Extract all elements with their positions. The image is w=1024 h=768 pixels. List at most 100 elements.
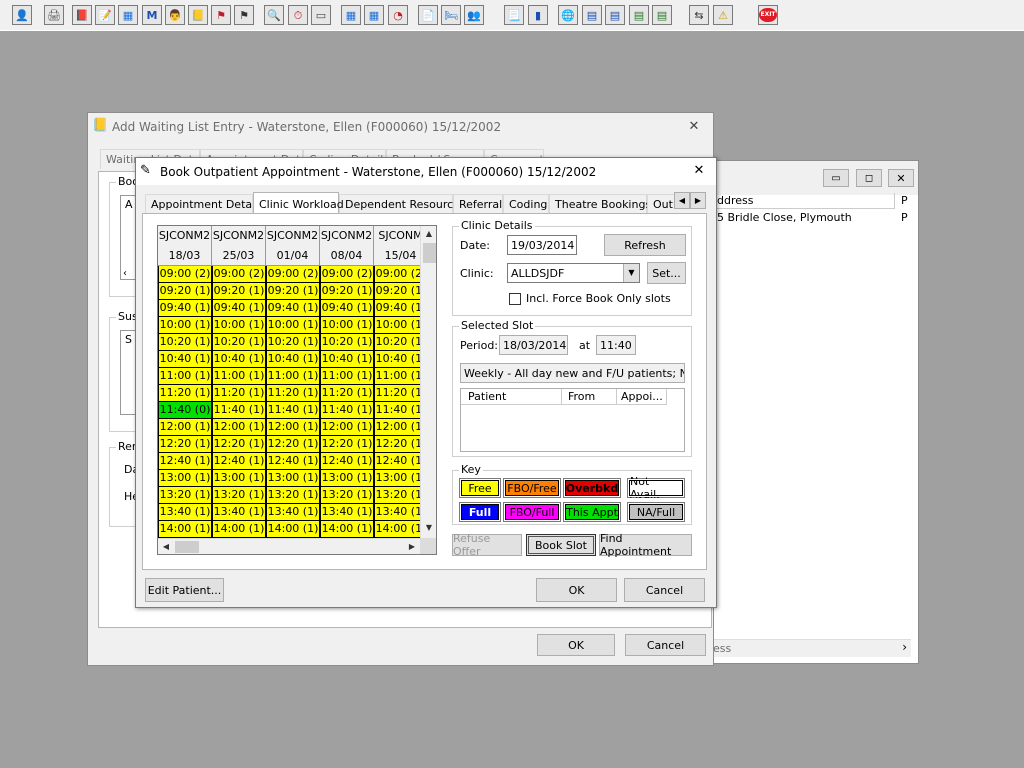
slot-cell[interactable]: 12:20 (1) — [320, 436, 374, 453]
date-input[interactable]: 19/03/2014 — [507, 235, 577, 255]
dialog-ok-button[interactable]: OK — [536, 578, 617, 602]
slot-cell[interactable]: 13:00 (1) — [320, 470, 374, 487]
slot-cell[interactable]: 10:00 (1) — [320, 317, 374, 334]
slot-cell[interactable]: 14:00 (1) — [212, 521, 266, 538]
doctor-toolbar-button[interactable]: 👨 — [165, 5, 185, 25]
form-toolbar-button[interactable]: ▤ — [582, 5, 602, 25]
book-slot-button[interactable]: Book Slot — [526, 534, 596, 556]
clinic-slot-grid[interactable]: SJCONM2 18/03 09:00 (2) 09:20 (1) 09:40 (1) 1… — [157, 225, 437, 555]
slot-cell[interactable]: 09:00 (2) — [158, 266, 212, 283]
grid-column-header[interactable]: SJCONM2 25/03 — [212, 226, 266, 266]
force-book-checkbox[interactable] — [509, 293, 521, 305]
exit-toolbar-button[interactable]: EXIT — [758, 5, 778, 25]
slot-cell[interactable]: 13:40 (1) — [158, 504, 212, 521]
refuse-offer-button[interactable]: Refuse Offer — [452, 532, 522, 558]
calendar-toolbar-button[interactable]: ▦ — [341, 5, 361, 25]
tab-coding[interactable]: Coding — [503, 194, 549, 214]
scroll-up-icon[interactable]: ▲ — [421, 226, 436, 242]
slot-cell[interactable]: 11:20 (1) — [320, 385, 374, 402]
slot-cell[interactable]: 13:20 (1) — [158, 487, 212, 504]
book-edit-toolbar-button[interactable]: 📝 — [95, 5, 115, 25]
slot-cell[interactable]: 09:40 (1) — [320, 300, 374, 317]
slot-cell[interactable]: 09:20 (1) — [158, 283, 212, 300]
letter-m-toolbar-button[interactable]: M — [142, 5, 162, 25]
slot-cell[interactable]: 09:00 (2) — [266, 266, 320, 283]
slot-cell[interactable]: 11:40 (1) — [212, 402, 266, 419]
slot-cell[interactable]: 12:20 (1) — [158, 436, 212, 453]
slot-cell[interactable]: 11:40 (1) — [266, 402, 320, 419]
users-toolbar-button[interactable]: 👥 — [464, 5, 484, 25]
flag-card-toolbar-button[interactable]: ⚑ — [211, 5, 231, 25]
book-red-toolbar-button[interactable]: 📕 — [72, 5, 92, 25]
tab-scroll-right-button[interactable]: ▶ — [690, 192, 706, 209]
grid-column-header[interactable]: SJCONM2 18/03 — [158, 226, 212, 266]
slot-cell[interactable]: 10:20 (1) — [320, 334, 374, 351]
set-clinic-button[interactable]: Set... — [647, 262, 686, 284]
slot-cell[interactable]: 09:20 (1) — [320, 283, 374, 300]
grid-vscrollbar[interactable]: ▲ ▼ — [420, 226, 436, 538]
tab-clinic-workload[interactable]: Clinic Workload — [253, 192, 344, 214]
slot-cell[interactable]: 10:20 (1) — [212, 334, 266, 351]
refresh-button[interactable]: Refresh — [604, 234, 686, 256]
waiting-list-cancel-button[interactable]: Cancel — [625, 634, 706, 656]
slot-cell[interactable]: 12:20 (1) — [212, 436, 266, 453]
form-check-toolbar-button[interactable]: ▤ — [605, 5, 625, 25]
grid-column-header[interactable]: SJCONM2 01/04 — [266, 226, 320, 266]
slot-cell[interactable]: 12:00 (1) — [158, 419, 212, 436]
slot-cell[interactable]: 11:00 (1) — [320, 368, 374, 385]
tab-appointment-details[interactable]: Appointment Details — [145, 194, 264, 214]
slot-cell[interactable]: 13:40 (1) — [212, 504, 266, 521]
scroll-down-icon[interactable]: ▼ — [421, 520, 436, 536]
slot-cell[interactable]: 09:40 (1) — [158, 300, 212, 317]
col-appoi-header[interactable]: Appoi... — [617, 389, 667, 405]
slot-cell[interactable]: 09:00 (2) — [320, 266, 374, 283]
slot-cell[interactable]: 10:20 (1) — [266, 334, 320, 351]
slot-cell[interactable]: 09:20 (1) — [266, 283, 320, 300]
form-down-toolbar-button[interactable]: ▤ — [629, 5, 649, 25]
bed-toolbar-button[interactable]: 🛏 — [441, 5, 461, 25]
slot-cell[interactable]: 12:00 (1) — [320, 419, 374, 436]
selected-slot-cell[interactable]: 11:40 (0) — [158, 402, 212, 419]
chart-toolbar-button[interactable]: ▮ — [528, 5, 548, 25]
slot-cell[interactable]: 11:00 (1) — [266, 368, 320, 385]
clinic-select[interactable]: ALLDSJDF ▼ — [507, 263, 640, 283]
slot-cell[interactable]: 10:00 (1) — [266, 317, 320, 334]
slot-cell[interactable]: 09:00 (2) — [212, 266, 266, 283]
slot-cell[interactable]: 13:20 (1) — [266, 487, 320, 504]
maximize-button[interactable]: ◻ — [856, 169, 882, 187]
col-patient-header[interactable]: Patient — [461, 389, 562, 405]
slot-cell[interactable]: 12:00 (1) — [266, 419, 320, 436]
close-icon[interactable]: ✕ — [683, 117, 705, 137]
find-appointment-button[interactable]: Find Appointment — [599, 532, 692, 558]
slot-cell[interactable]: 12:40 (1) — [266, 453, 320, 470]
slot-cell[interactable]: 10:20 (1) — [158, 334, 212, 351]
slot-cell[interactable]: 13:40 (1) — [320, 504, 374, 521]
slot-cell[interactable]: 12:40 (1) — [158, 453, 212, 470]
calendar-edit-toolbar-button[interactable]: ▦ — [364, 5, 384, 25]
slot-cell[interactable]: 14:00 (1) — [320, 521, 374, 538]
network-toolbar-button[interactable]: ▦ — [118, 5, 138, 25]
p-cell[interactable]: P — [901, 211, 908, 225]
close-button[interactable]: ✕ — [888, 169, 914, 187]
notes-toolbar-button[interactable]: 📄 — [418, 5, 438, 25]
slot-cell[interactable]: 11:00 (1) — [158, 368, 212, 385]
clock-toolbar-button[interactable]: ⏱ — [288, 5, 308, 25]
slot-cell[interactable]: 12:40 (1) — [320, 453, 374, 470]
hscroll-thumb[interactable] — [175, 541, 199, 553]
slot-cell[interactable]: 09:40 (1) — [266, 300, 320, 317]
form-arrow-toolbar-button[interactable]: ▤ — [652, 5, 672, 25]
slot-cell[interactable]: 10:00 (1) — [158, 317, 212, 334]
slot-patients-list[interactable]: Patient From Appoi... — [460, 388, 685, 452]
slot-cell[interactable]: 14:00 (1) — [266, 521, 320, 538]
p-column-header[interactable]: P — [897, 193, 917, 209]
flag-card2-toolbar-button[interactable]: ⚑ — [234, 5, 254, 25]
minimize-button[interactable]: ▭ — [823, 169, 849, 187]
col-from-header[interactable]: From — [562, 389, 617, 405]
slot-cell[interactable]: 10:00 (1) — [212, 317, 266, 334]
slot-cell[interactable]: 12:20 (1) — [266, 436, 320, 453]
dialog-cancel-button[interactable]: Cancel — [624, 578, 705, 602]
scroll-right-icon[interactable]: ▶ — [404, 539, 420, 554]
scroll-left-icon[interactable]: ◀ — [158, 539, 174, 554]
slot-cell[interactable]: 13:20 (1) — [320, 487, 374, 504]
find-toolbar-button[interactable]: 🔍 — [264, 5, 284, 25]
